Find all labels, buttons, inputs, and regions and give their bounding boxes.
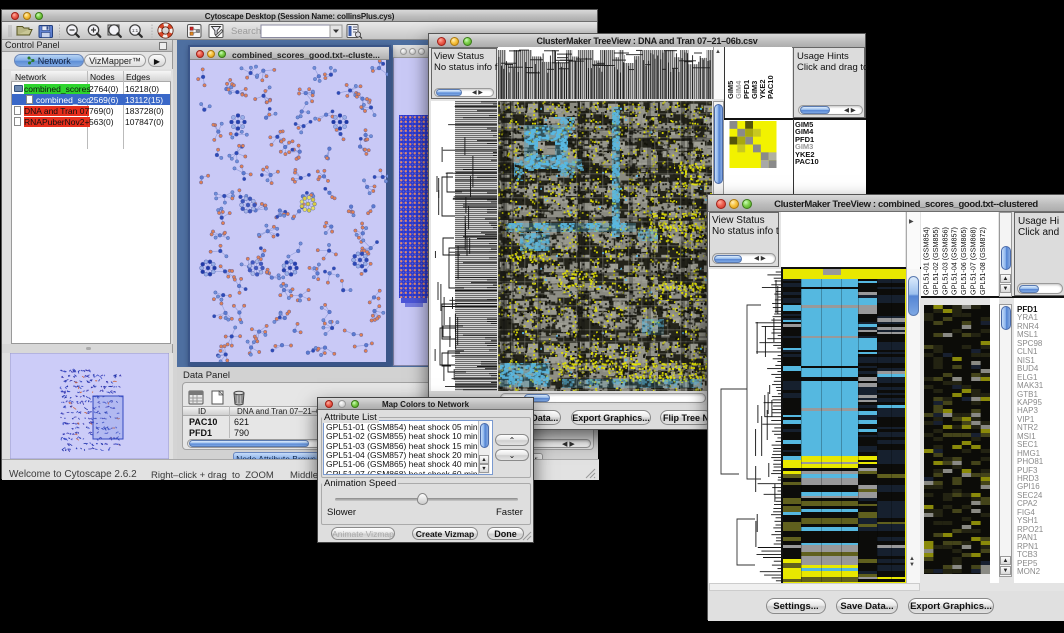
svg-text:GPL51-07 (GSM868): GPL51-07 (GSM868) xyxy=(969,227,978,295)
svg-text:GPL51-06 (GSM865): GPL51-06 (GSM865) xyxy=(959,227,968,295)
svg-text:Search:: Search: xyxy=(231,26,264,37)
svg-text:GPL51-04 (GSM857): GPL51-04 (GSM857) xyxy=(950,227,959,295)
svg-text:PAC10: PAC10 xyxy=(766,75,775,99)
svg-text:GPL51-08 (GSM872): GPL51-08 (GSM872) xyxy=(978,227,987,295)
svg-text:GPL51-02 (GSM855): GPL51-02 (GSM855) xyxy=(931,227,940,295)
svg-text:1:1: 1:1 xyxy=(132,28,139,33)
svg-text:GPL51-03 (GSM856): GPL51-03 (GSM856) xyxy=(940,227,949,295)
svg-text:GPL51-01 (GSM854): GPL51-01 (GSM854) xyxy=(922,227,931,295)
